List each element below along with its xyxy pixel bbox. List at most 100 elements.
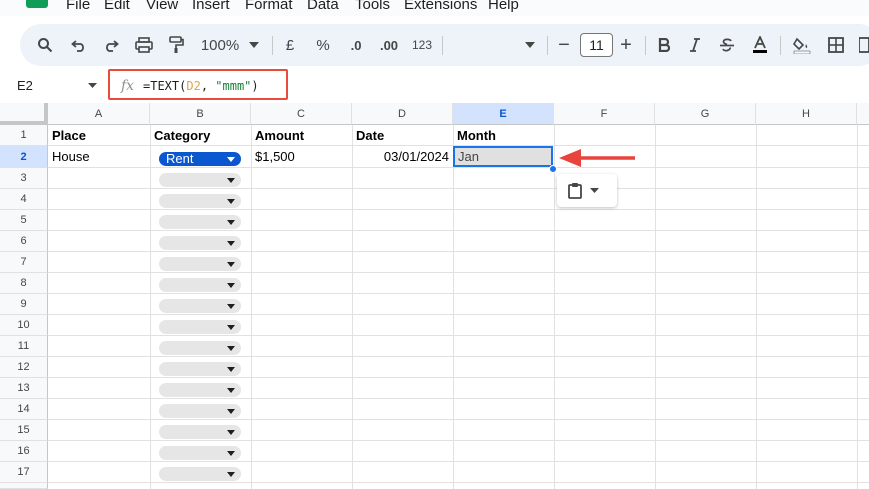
select-all-corner[interactable] (0, 103, 48, 125)
row-header-13[interactable]: 13 (0, 378, 48, 399)
row-header-7[interactable]: 7 (0, 252, 48, 273)
row-header-14[interactable]: 14 (0, 399, 48, 420)
sheets-logo[interactable] (26, 0, 48, 8)
row-header-16[interactable]: 16 (0, 441, 48, 462)
column-header-a[interactable]: A (48, 103, 150, 125)
font-family-chevron-down-icon[interactable] (523, 24, 537, 66)
category-dropdown-chip[interactable] (159, 404, 241, 418)
formula-input[interactable]: =TEXT(D2, "mmm") (143, 79, 259, 93)
redo-button[interactable] (100, 24, 122, 66)
category-dropdown-chip[interactable] (159, 194, 241, 208)
chevron-down-icon (227, 178, 235, 183)
zoom-select[interactable]: 100% (198, 24, 242, 66)
font-size-input[interactable]: 11 (580, 33, 613, 57)
category-dropdown-chip[interactable] (159, 383, 241, 397)
formula-string-argument: "mmm" (215, 79, 252, 93)
category-dropdown-chip[interactable] (159, 320, 241, 334)
row-header-3[interactable]: 3 (0, 168, 48, 189)
category-dropdown-chip[interactable] (159, 446, 241, 460)
column-header-c[interactable]: C (251, 103, 352, 125)
column-header-i[interactable] (857, 103, 869, 125)
borders-icon (828, 37, 844, 53)
category-dropdown-chip[interactable] (159, 173, 241, 187)
cell-e2-selected[interactable]: Jan (453, 146, 553, 167)
category-dropdown-chip[interactable] (159, 341, 241, 355)
category-dropdown-chip[interactable] (159, 467, 241, 481)
bold-button[interactable] (654, 24, 674, 66)
print-button[interactable] (133, 24, 155, 66)
column-header-e[interactable]: E (453, 103, 554, 125)
menu-insert[interactable]: Insert (192, 0, 230, 13)
menu-extensions[interactable]: Extensions (404, 0, 477, 13)
category-dropdown-chip[interactable] (159, 257, 241, 271)
category-dropdown-chip[interactable] (159, 215, 241, 229)
column-header-b[interactable]: B (150, 103, 251, 125)
row-header-18[interactable] (0, 483, 48, 489)
formula-separator: , (200, 79, 216, 93)
undo-button[interactable] (68, 24, 90, 66)
fill-color-button[interactable] (790, 24, 814, 66)
italic-button[interactable] (685, 24, 705, 66)
borders-button[interactable] (825, 24, 847, 66)
row-header-15[interactable]: 15 (0, 420, 48, 441)
row-header-9[interactable]: 9 (0, 294, 48, 315)
increase-decimal-button[interactable]: .00 (377, 24, 401, 66)
menu-edit[interactable]: Edit (104, 0, 130, 13)
column-header-d[interactable]: D (352, 103, 453, 125)
cell-a2[interactable]: House (49, 146, 149, 167)
row-header-12[interactable]: 12 (0, 357, 48, 378)
percent-format-button[interactable]: % (314, 24, 332, 66)
category-dropdown-chip[interactable] (159, 425, 241, 439)
chevron-down-icon (227, 472, 235, 477)
cell-d1[interactable]: Date (353, 125, 452, 145)
column-header-h[interactable]: H (756, 103, 857, 125)
decrease-font-size-button[interactable]: − (556, 24, 572, 66)
cell-a1[interactable]: Place (49, 125, 149, 145)
fill-handle[interactable] (549, 165, 557, 173)
row-header-6[interactable]: 6 (0, 231, 48, 252)
category-dropdown-chip[interactable] (159, 299, 241, 313)
cell-c1[interactable]: Amount (252, 125, 351, 145)
row-header-17[interactable]: 17 (0, 462, 48, 483)
currency-format-button[interactable]: £ (282, 24, 298, 66)
zoom-chevron-down-icon[interactable] (248, 24, 260, 66)
menu-view[interactable]: View (146, 0, 178, 13)
decrease-decimal-button[interactable]: .0 (345, 24, 367, 66)
row-header-1[interactable]: 1 (0, 125, 48, 146)
strikethrough-button[interactable] (716, 24, 738, 66)
number-format-button[interactable]: 123 (410, 24, 434, 66)
cell-e1[interactable]: Month (454, 125, 553, 145)
row-header-10[interactable]: 10 (0, 315, 48, 336)
menu-data[interactable]: Data (307, 0, 339, 13)
name-box-chevron-down-icon[interactable] (88, 83, 97, 88)
text-color-icon (753, 36, 767, 53)
name-box[interactable]: E2 (17, 78, 33, 93)
column-header-g[interactable]: G (655, 103, 756, 125)
text-color-button[interactable] (749, 24, 771, 66)
cell-c2[interactable]: $1,500 (252, 146, 351, 167)
category-dropdown-chip[interactable] (159, 362, 241, 376)
row-header-11[interactable]: 11 (0, 336, 48, 357)
menu-file[interactable]: File (66, 0, 90, 13)
category-dropdown-chip[interactable] (159, 236, 241, 250)
chevron-down-icon (227, 199, 235, 204)
category-dropdown-chip[interactable]: Rent (159, 152, 241, 166)
row-header-4[interactable]: 4 (0, 189, 48, 210)
category-dropdown-chip[interactable] (159, 278, 241, 292)
spreadsheet-grid[interactable]: A B C D E F G H 1 2 3 4 5 6 7 8 9 10 11 … (0, 103, 869, 489)
row-header-5[interactable]: 5 (0, 210, 48, 231)
increase-font-size-button[interactable]: + (618, 24, 634, 66)
cell-d2[interactable]: 03/01/2024 (353, 146, 452, 167)
chevron-down-icon (227, 388, 235, 393)
menu-format[interactable]: Format (245, 0, 293, 13)
cell-b1[interactable]: Category (151, 125, 250, 145)
paste-options-button[interactable] (557, 174, 617, 207)
paint-format-button[interactable] (165, 24, 187, 66)
menu-tools[interactable]: Tools (355, 0, 390, 13)
row-header-8[interactable]: 8 (0, 273, 48, 294)
row-header-2[interactable]: 2 (0, 146, 48, 168)
merge-cells-button[interactable] (858, 24, 869, 66)
search-button[interactable] (34, 24, 56, 66)
column-header-f[interactable]: F (554, 103, 655, 125)
menu-help[interactable]: Help (488, 0, 519, 13)
